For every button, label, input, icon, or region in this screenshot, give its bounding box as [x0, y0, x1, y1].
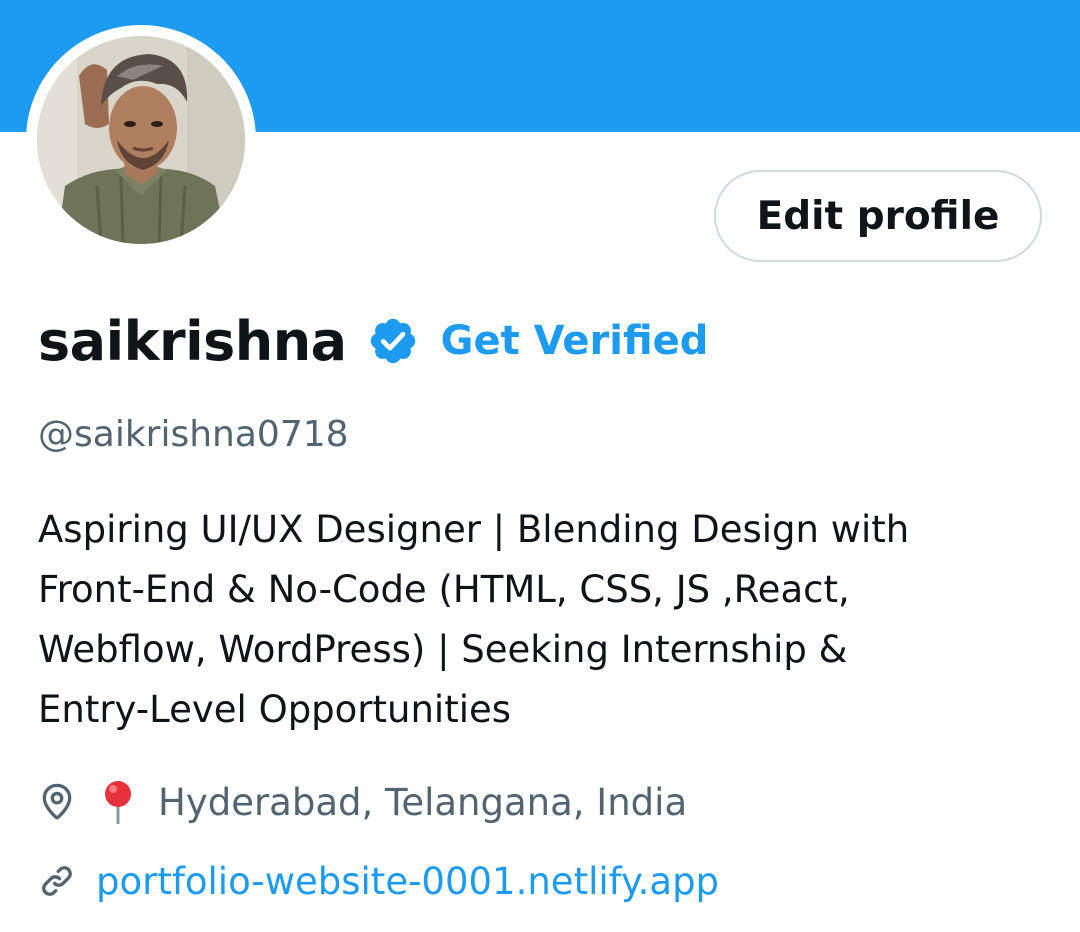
avatar[interactable] [37, 36, 245, 244]
user-handle: @saikrishna0718 [38, 414, 349, 455]
bio-line: Webflow, WordPress) | Seeking Internship… [38, 628, 848, 671]
verified-badge-icon[interactable] [367, 315, 419, 367]
bio-line: Front-End & No-Code (HTML, CSS, JS ,Reac… [38, 568, 850, 611]
display-name: saikrishna [38, 309, 347, 373]
bio-line: Entry-Level Opportunities [38, 688, 512, 731]
name-row: saikrishna Get Verified [38, 304, 708, 378]
round-pushpin-emoji [100, 780, 136, 824]
website-row: portfolio-website-0001.netlify.app [36, 851, 719, 911]
location-pin-outline-icon [36, 781, 78, 823]
edit-profile-button[interactable]: Edit profile [714, 170, 1042, 262]
location-row: Hyderabad, Telangana, India [36, 772, 687, 832]
get-verified-link[interactable]: Get Verified [441, 318, 709, 364]
link-chain-icon [36, 860, 78, 902]
bio-line: Aspiring UI/UX Designer | Blending Desig… [38, 508, 910, 551]
location-text: Hyderabad, Telangana, India [158, 780, 688, 824]
profile-bio: Aspiring UI/UX Designer | Blending Desig… [38, 500, 1058, 740]
website-link[interactable]: portfolio-website-0001.netlify.app [96, 860, 719, 903]
profile-page: Edit profile saikrishna Get Verified @sa… [0, 0, 1080, 932]
